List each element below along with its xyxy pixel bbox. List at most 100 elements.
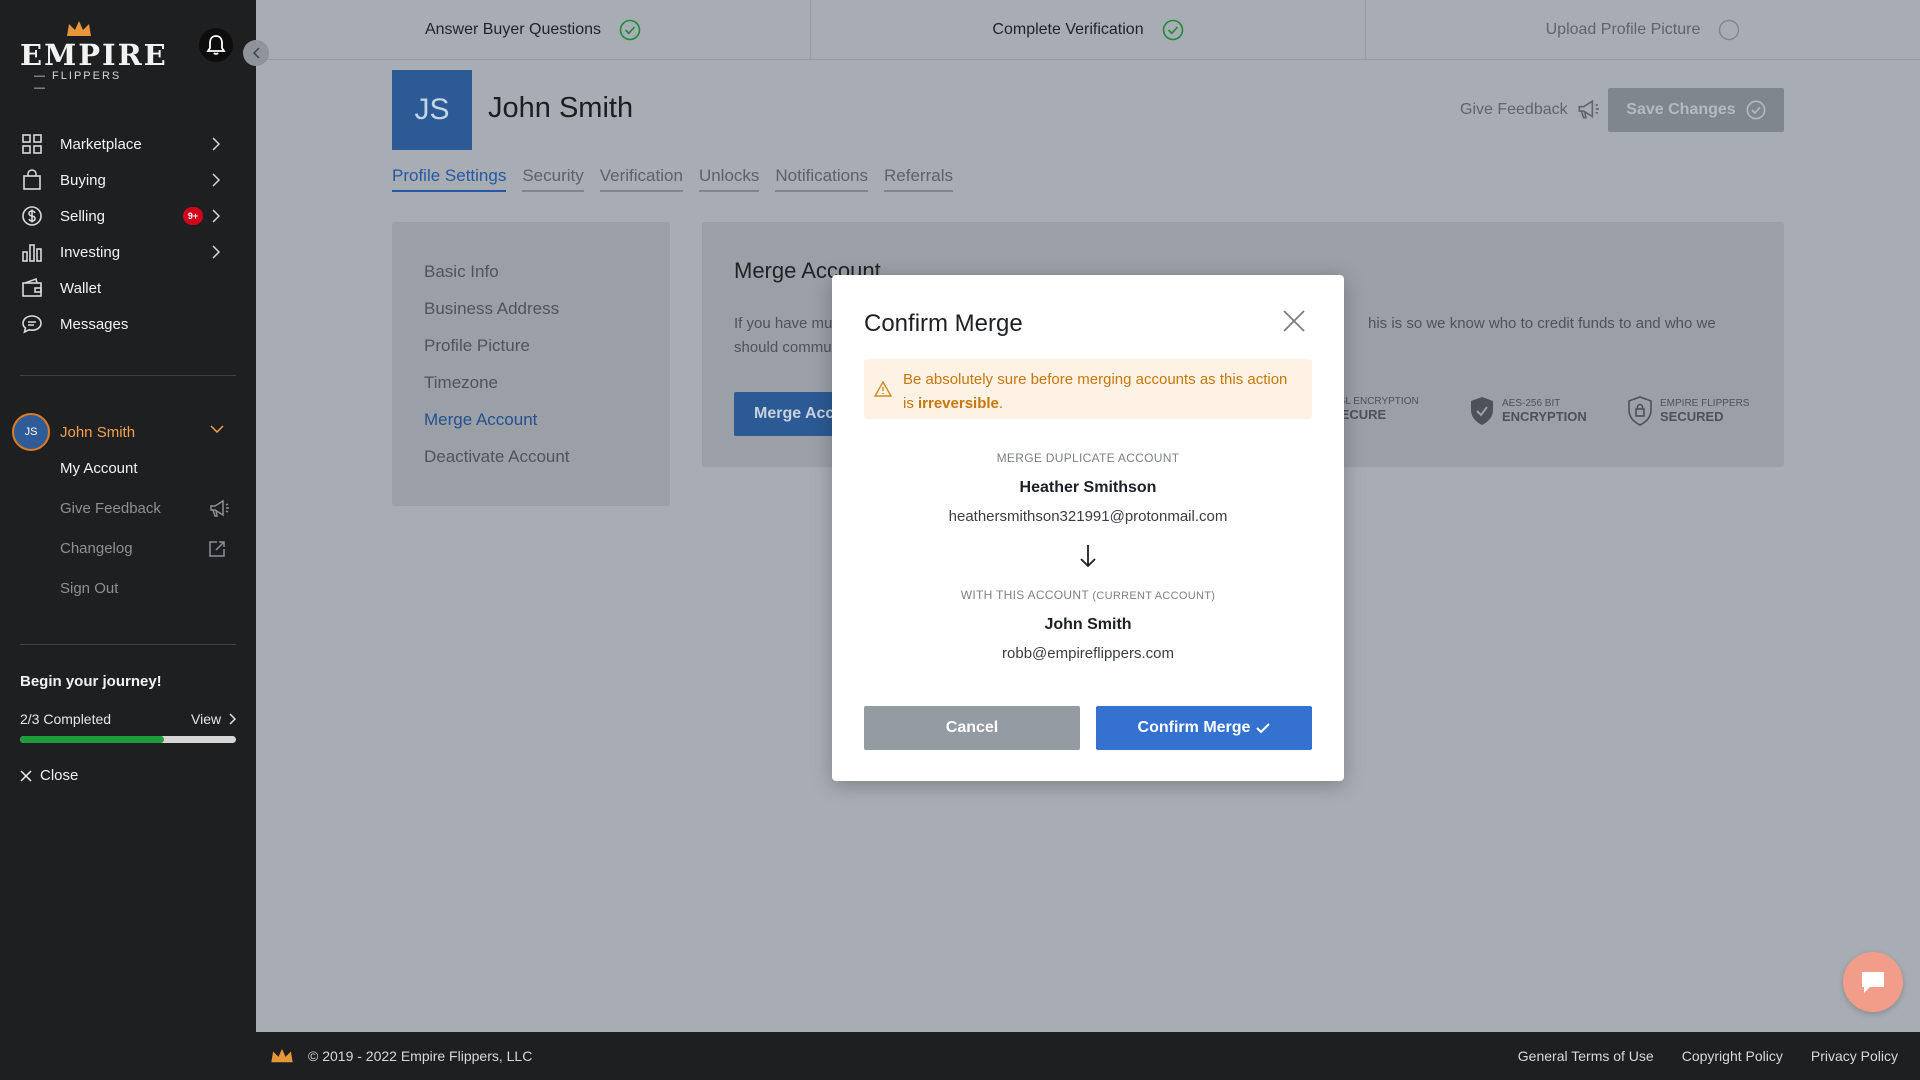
settings-item-business-address[interactable]: Business Address [424,299,559,319]
step-complete-verification[interactable]: Complete Verification [811,0,1366,60]
sidebar-item-selling[interactable]: Selling 9+ [0,198,256,234]
cancel-button[interactable]: Cancel [864,706,1080,750]
chat-icon [20,312,44,336]
chat-bubble-icon [1862,972,1884,993]
notification-badge: 9+ [183,207,203,225]
badge-line-2: SECURED [1660,409,1724,424]
check-circle-icon [619,19,641,40]
duplicate-account-label: MERGE DUPLICATE ACCOUNT [996,451,1180,465]
badge-line-2: SECURE [1332,407,1387,422]
give-feedback-button[interactable]: Give Feedback [1460,99,1600,121]
crown-icon [67,21,91,36]
settings-item-profile-picture[interactable]: Profile Picture [424,336,530,356]
journey-close-button[interactable]: Close [20,767,78,784]
badge-line-1: AES-256 BIT [1502,398,1561,409]
arrow-down-icon [1080,545,1096,568]
current-account-name: John Smith [1044,616,1132,633]
journey-progress-fill [20,736,165,743]
wallet-icon [20,276,44,300]
badge-line-1: SSL ENCRYPTION [1332,396,1419,407]
chevron-right-icon [229,713,237,725]
settings-item-merge-account[interactable]: Merge Account [424,410,537,430]
empire-secured-badge: EMPIRE FLIPPERS SECURED [1628,396,1749,426]
page-title: John Smith [488,92,634,124]
shield-check-icon [1471,397,1493,425]
chevron-right-icon [212,137,220,151]
warning-bold: irreversible [918,395,999,412]
journey-title: Begin your journey! [20,673,162,690]
empty-circle-icon [1719,19,1740,40]
sidebar-collapse-button[interactable] [243,40,269,66]
sidebar-divider [20,644,236,645]
megaphone-icon [1578,99,1599,119]
settings-item-timezone[interactable]: Timezone [424,373,498,393]
settings-item-deactivate-account[interactable]: Deactivate Account [424,447,570,467]
step-label: Answer Buyer Questions [424,20,602,38]
footer-link-privacy[interactable]: Privacy Policy [1811,1048,1898,1064]
sidebar-item-investing[interactable]: Investing [0,234,256,270]
badge-line-2: ENCRYPTION [1502,409,1587,424]
avatar: JS [12,413,50,451]
desc-left-2: should commu [734,339,832,356]
journey-progress-bar [20,736,236,743]
sidebar-sign-out-link[interactable]: Sign Out [60,580,118,597]
chat-support-button[interactable] [1843,952,1903,1012]
save-changes-button[interactable]: Save Changes [1608,88,1784,132]
check-circle-icon [1162,19,1183,40]
tab-referrals[interactable]: Referrals [884,166,953,192]
tab-notifications[interactable]: Notifications [775,166,869,192]
dollar-icon [20,204,44,228]
sidebar-user-toggle[interactable]: JS John Smith [12,413,242,451]
chevron-left-icon [252,47,260,59]
sidebar-item-messages[interactable]: Messages [0,306,256,342]
confirm-merge-button[interactable]: Confirm Merge [1096,706,1312,750]
logo-sub: — FLIPPERS — [34,70,122,94]
tab-unlocks[interactable]: Unlocks [698,166,760,192]
sidebar-changelog-link[interactable]: Changelog [60,540,133,557]
sidebar-user-name: John Smith [60,423,136,441]
sidebar-item-label: Selling [60,207,106,225]
chevron-right-icon [212,173,220,187]
close-icon [20,769,32,782]
current-account-label-main: WITH THIS ACCOUNT [960,588,1089,602]
megaphone-icon [210,499,229,517]
footer-link-terms[interactable]: General Terms of Use [1518,1048,1654,1064]
duplicate-account-email: heathersmithson321991@protonmail.com [948,508,1228,525]
tab-security[interactable]: Security [522,166,584,192]
onboarding-steps: Answer Buyer Questions Complete Verifica… [256,0,1920,60]
profile-avatar: JS [392,70,472,150]
sidebar-give-feedback-link[interactable]: Give Feedback [60,500,161,517]
settings-item-basic-info[interactable]: Basic Info [424,262,499,282]
current-account-label-small: (CURRENT ACCOUNT) [1092,590,1216,602]
notifications-bell-icon[interactable] [199,28,233,62]
sidebar-item-label: Buying [60,171,106,189]
sidebar-nav: Marketplace Buying Selling 9+ Investing … [0,126,256,342]
journey-view-link[interactable]: View [191,711,237,727]
sidebar-my-account-link[interactable]: My Account [60,460,138,477]
grid-icon [20,132,44,156]
save-changes-label: Save Changes [1626,101,1736,118]
step-upload-profile-picture[interactable]: Upload Profile Picture [1366,0,1920,60]
bar-chart-icon [20,240,44,264]
step-answer-buyer-questions[interactable]: Answer Buyer Questions [256,0,811,60]
tab-profile-settings[interactable]: Profile Settings [392,166,507,192]
sidebar-item-marketplace[interactable]: Marketplace [0,126,256,162]
empire-flippers-logo[interactable]: EMPIRE — FLIPPERS — [20,20,166,94]
checkmark-icon [1256,723,1271,734]
step-label: Upload Profile Picture [1545,20,1701,38]
footer-link-copyright[interactable]: Copyright Policy [1682,1048,1783,1064]
sidebar-divider [20,375,236,376]
close-icon[interactable] [1281,308,1307,334]
profile-tabs: Profile Settings Security Verification U… [392,166,953,192]
duplicate-account-name: Heather Smithson [1019,479,1157,496]
chevron-down-icon [210,425,224,433]
sidebar-item-label: Investing [60,243,121,261]
warning-alert: Be absolutely sure before merging accoun… [864,359,1312,419]
current-account-label: WITH THIS ACCOUNT (CURRENT ACCOUNT) [832,588,1344,602]
sidebar-item-buying[interactable]: Buying [0,162,256,198]
chevron-right-icon [212,245,220,259]
sidebar-item-wallet[interactable]: Wallet [0,270,256,306]
crown-icon [271,1048,293,1063]
tab-verification[interactable]: Verification [599,166,683,192]
sidebar-item-label: Messages [60,315,129,333]
